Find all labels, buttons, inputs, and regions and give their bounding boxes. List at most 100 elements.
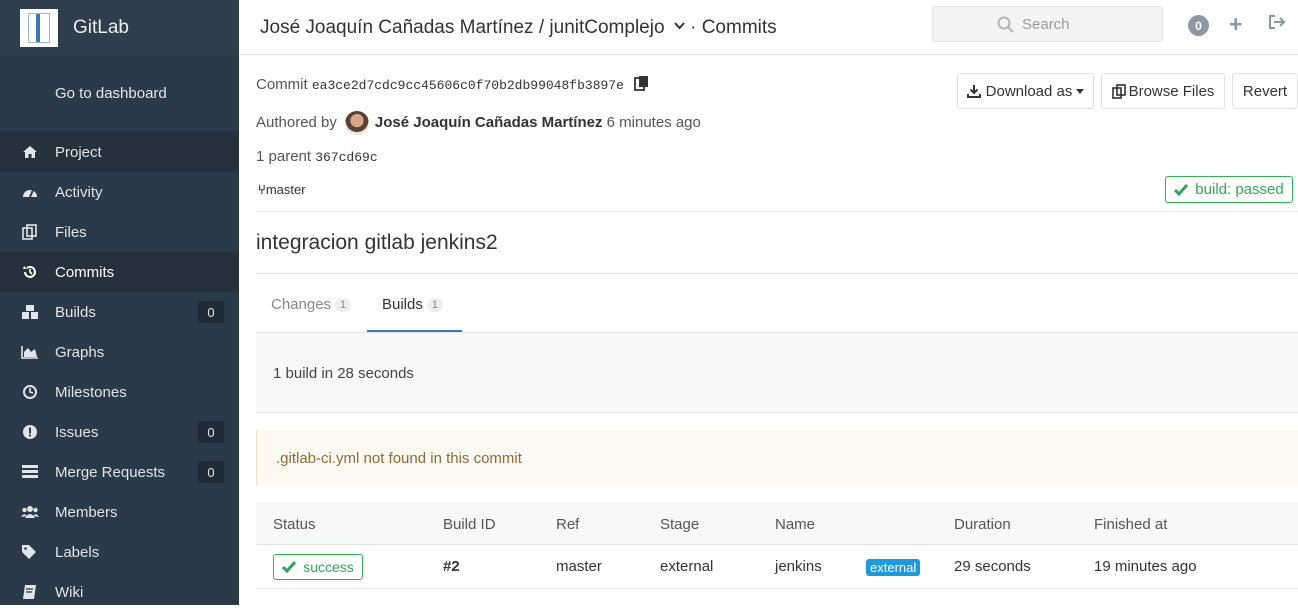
build-success-badge[interactable]: success xyxy=(273,554,363,580)
branch-label[interactable]: ⑂master xyxy=(258,182,306,197)
sidebar-item-project[interactable]: Project xyxy=(0,132,239,172)
tab-builds[interactable]: Builds 1 xyxy=(382,296,443,313)
chevron-down-icon[interactable] xyxy=(674,14,685,36)
brand[interactable]: GitLab xyxy=(0,0,239,55)
sidebar-item-files[interactable]: Files xyxy=(0,212,239,252)
tab-changes[interactable]: Changes 1 xyxy=(271,296,352,313)
build-stage: external xyxy=(660,558,714,575)
sidebar-item-label: Commits xyxy=(55,263,115,281)
sidebar-item-label: Issues xyxy=(55,423,99,441)
build-ref[interactable]: master xyxy=(556,558,602,575)
sidebar-item-label: Milestones xyxy=(55,383,127,401)
commit-sha-row: Commit ea3ce2d7cdc9cc45606c0f70b2db99048… xyxy=(256,75,649,95)
history-icon xyxy=(21,264,39,280)
sidebar-item-activity[interactable]: Activity xyxy=(0,172,239,212)
sidebar-item-label: Members xyxy=(55,503,118,521)
external-tag-badge: external xyxy=(866,559,921,576)
new-project-plus-icon[interactable]: + xyxy=(1229,13,1242,36)
code-fork-icon: ⑂ xyxy=(258,182,266,197)
author-row: Authored by José Joaquín Cañadas Martínez… xyxy=(256,111,701,135)
commit-time: 6 minutes ago xyxy=(606,113,701,131)
ci-warning-alert: .gitlab-ci.yml not found in this commit xyxy=(256,430,1298,485)
exclamation-circle-icon xyxy=(21,424,39,440)
column-header-build-id: Build ID xyxy=(443,516,496,533)
search-input[interactable]: Search xyxy=(932,6,1163,42)
parent-sha-link[interactable]: 367cd69c xyxy=(315,150,377,165)
column-header-status: Status xyxy=(273,516,316,533)
list-icon xyxy=(21,464,39,480)
tab-label: Changes xyxy=(271,296,332,313)
home-icon xyxy=(21,144,39,160)
tab-label: Builds xyxy=(382,296,423,313)
sidebar-item-label: Wiki xyxy=(55,583,84,601)
sidebar-nav: Project Activity Files Commits Builds 0 … xyxy=(0,132,239,612)
breadcrumb: José Joaquín Cañadas Martínez / junitCom… xyxy=(260,14,777,39)
sidebar-item-issues[interactable]: Issues 0 xyxy=(0,412,239,452)
build-status-label: build: passed xyxy=(1195,181,1284,198)
merge-requests-count-badge: 0 xyxy=(198,461,224,483)
caret-down-icon xyxy=(1076,88,1085,94)
todos-count-badge[interactable]: 0 xyxy=(1188,15,1209,36)
sidebar-item-members[interactable]: Members xyxy=(0,492,239,532)
ci-warning-text: .gitlab-ci.yml not found in this commit xyxy=(276,450,522,467)
sidebar-item-label: Graphs xyxy=(55,343,105,361)
sidebar-item-merge-requests[interactable]: Merge Requests 0 xyxy=(0,452,239,492)
builds-summary: 1 build in 28 seconds xyxy=(256,333,1298,413)
author-name[interactable]: José Joaquín Cañadas Martínez xyxy=(375,114,603,131)
build-status-badge[interactable]: build: passed xyxy=(1165,176,1293,203)
sidebar-item-label: Activity xyxy=(55,183,103,201)
issues-count-badge: 0 xyxy=(198,421,224,443)
area-chart-icon xyxy=(21,344,39,360)
sidebar-item-commits[interactable]: Commits xyxy=(0,252,239,292)
breadcrumb-separator: / xyxy=(533,17,550,38)
column-header-stage: Stage xyxy=(660,516,700,533)
files-icon xyxy=(1111,83,1126,99)
build-duration: 29 seconds xyxy=(954,558,1031,575)
check-icon xyxy=(1174,183,1189,196)
download-as-button[interactable]: Download as xyxy=(957,73,1094,109)
authored-by-label: Authored by xyxy=(256,113,337,131)
breadcrumb-owner[interactable]: José Joaquín Cañadas Martínez xyxy=(260,17,534,38)
tab-count-badge: 1 xyxy=(426,298,443,312)
sidebar-item-wiki[interactable]: Wiki xyxy=(0,572,239,612)
check-icon xyxy=(282,561,297,573)
breadcrumb-page: · Commits xyxy=(684,17,777,38)
users-icon xyxy=(21,504,39,520)
clipboard-icon[interactable] xyxy=(634,75,649,95)
divider xyxy=(256,273,1298,274)
column-header-name: Name xyxy=(775,516,816,533)
files-icon xyxy=(21,224,39,240)
breadcrumb-project[interactable]: junitComplejo xyxy=(549,17,664,38)
download-as-label: Download as xyxy=(985,82,1073,100)
parent-row: 1 parent 367cd69c xyxy=(256,148,378,165)
avatar[interactable] xyxy=(344,111,369,135)
browse-files-button[interactable]: Browse Files xyxy=(1101,73,1225,109)
commit-title: integracion gitlab jenkins2 xyxy=(256,231,498,254)
sidebar-item-milestones[interactable]: Milestones xyxy=(0,372,239,412)
sign-out-icon[interactable] xyxy=(1268,14,1286,34)
sidebar-item-label: Project xyxy=(55,143,102,161)
sidebar-item-label: Files xyxy=(55,223,87,241)
dashboard-icon xyxy=(21,184,39,200)
build-status-text: success xyxy=(303,559,354,575)
search-placeholder: Search xyxy=(1022,15,1070,33)
parent-label: 1 parent xyxy=(256,148,312,165)
build-id-link[interactable]: #2 xyxy=(443,558,460,575)
column-header-ref: Ref xyxy=(556,516,580,533)
column-header-duration: Duration xyxy=(954,516,1011,533)
column-header-finished-at: Finished at xyxy=(1094,516,1168,533)
download-icon xyxy=(966,84,981,98)
builds-table-header: Status Build ID Ref Stage Name Duration … xyxy=(256,502,1298,545)
sidebar-item-label: Builds xyxy=(55,303,96,321)
sidebar-item-labels[interactable]: Labels xyxy=(0,532,239,572)
divider xyxy=(256,211,1298,212)
go-to-dashboard-link[interactable]: Go to dashboard xyxy=(0,55,239,132)
build-name: jenkins xyxy=(775,558,822,575)
browse-files-label: Browse Files xyxy=(1128,82,1215,100)
sidebar-item-builds[interactable]: Builds 0 xyxy=(0,292,239,332)
top-header: José Joaquín Cañadas Martínez / junitCom… xyxy=(239,0,1298,55)
revert-button[interactable]: Revert xyxy=(1232,73,1298,109)
project-logo-icon xyxy=(20,8,58,47)
clock-icon xyxy=(21,384,39,400)
sidebar-item-graphs[interactable]: Graphs xyxy=(0,332,239,372)
